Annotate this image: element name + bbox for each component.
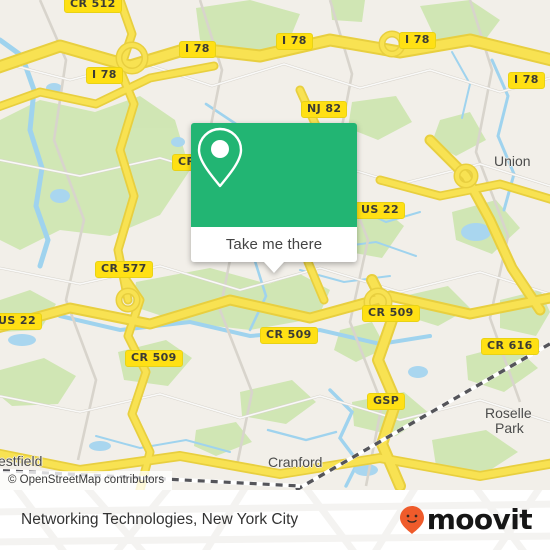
road-shield: I 78: [508, 72, 545, 89]
road-shield: I 78: [399, 32, 436, 49]
callout-icon-area: [191, 123, 357, 227]
road-shield: CR 509: [125, 350, 183, 367]
osm-attribution[interactable]: © OpenStreetMap contributors: [0, 471, 173, 490]
moovit-logo[interactable]: moovit: [399, 503, 533, 536]
moovit-pin-icon: [399, 506, 424, 534]
map-pin-icon: [197, 127, 243, 188]
map-canvas[interactable]: CR 512 I 78 I 78 I 78 I 78 I 78 NJ 82 CR…: [0, 0, 550, 490]
road-shield: NJ 82: [301, 101, 348, 118]
place-label-roselle: Roselle: [485, 405, 532, 421]
road-shield: CR 509: [260, 327, 318, 344]
callout-tail: [264, 262, 284, 273]
bottom-bar: Networking Technologies, New York City m…: [0, 490, 550, 550]
place-label-roselle-park: Park: [495, 420, 524, 436]
place-label-cranford: Cranford: [268, 454, 323, 470]
road-shield: CR 512: [64, 0, 122, 13]
place-label-union: Union: [494, 153, 531, 169]
road-shield: US 22: [0, 313, 42, 330]
page-title: Networking Technologies, New York City: [21, 511, 299, 528]
road-shield: I 78: [276, 33, 313, 50]
moovit-place-screenshot: CR 512 I 78 I 78 I 78 I 78 I 78 NJ 82 CR…: [0, 0, 550, 550]
road-shield: US 22: [355, 202, 405, 219]
moovit-wordmark: moovit: [426, 503, 533, 536]
road-shield: I 78: [179, 41, 216, 58]
road-shield: I 78: [86, 67, 123, 84]
take-me-there-label: Take me there: [225, 236, 323, 253]
take-me-there-button[interactable]: Take me there: [191, 227, 357, 262]
place-callout-card[interactable]: Take me there: [191, 123, 357, 273]
road-shield: GSP: [367, 393, 406, 410]
place-label-westfield: estfield: [0, 453, 43, 469]
road-shield: CR 616: [481, 338, 539, 355]
road-shield: CR 577: [95, 261, 153, 278]
road-shield: CR 509: [362, 305, 420, 322]
